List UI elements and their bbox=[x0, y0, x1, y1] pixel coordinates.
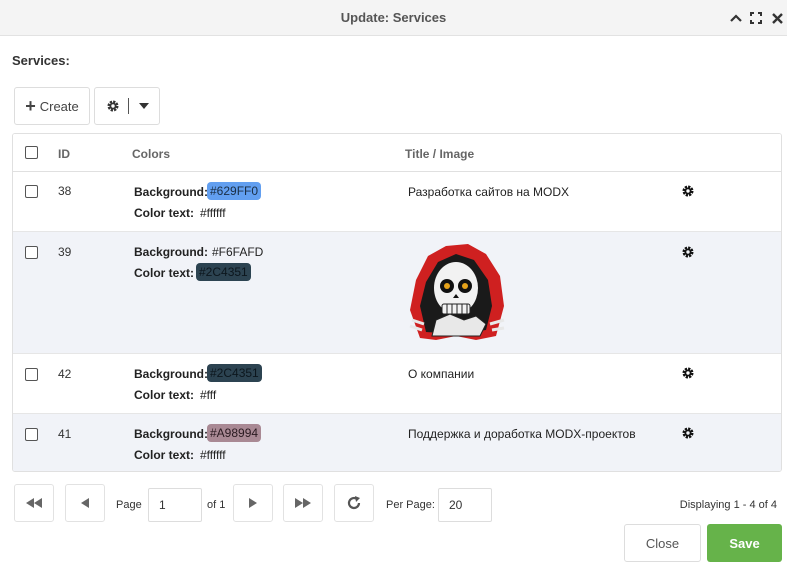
page-number-input[interactable] bbox=[148, 488, 202, 522]
color-text-value: #ffffff bbox=[200, 206, 226, 220]
section-label: Services: bbox=[12, 53, 70, 68]
row-id: 41 bbox=[58, 427, 72, 441]
row-checkbox[interactable] bbox=[25, 368, 38, 381]
create-button[interactable]: + Create bbox=[14, 87, 90, 125]
background-value: #629FF0 bbox=[207, 182, 262, 200]
collapse-button[interactable] bbox=[728, 9, 744, 27]
services-grid: ID Colors Title / Image 38 Background: #… bbox=[12, 133, 782, 472]
refresh-button[interactable] bbox=[334, 484, 374, 522]
per-page-label: Per Page: bbox=[386, 499, 435, 511]
row-checkbox[interactable] bbox=[25, 185, 38, 198]
maximize-button[interactable] bbox=[748, 9, 764, 27]
close-icon bbox=[771, 12, 783, 24]
background-label: Background: bbox=[134, 367, 209, 381]
background-label: Background: bbox=[134, 427, 209, 441]
row-title: О компании bbox=[408, 367, 475, 381]
save-button[interactable]: Save bbox=[707, 524, 782, 562]
close-window-button[interactable] bbox=[769, 9, 785, 27]
background-label: Background: bbox=[134, 245, 209, 259]
skull-image bbox=[409, 244, 505, 340]
page-label: Page bbox=[116, 499, 142, 511]
row-id: 39 bbox=[58, 245, 72, 259]
gear-icon[interactable] bbox=[681, 245, 695, 259]
next-page-button[interactable] bbox=[233, 484, 273, 522]
row-checkbox[interactable] bbox=[25, 246, 38, 259]
create-button-label: Create bbox=[39, 98, 79, 114]
background-value: #F6FAFD bbox=[212, 245, 264, 259]
double-chevron-right-icon bbox=[295, 498, 311, 508]
table-row[interactable]: 38 Background: #629FF0 Color text: #ffff… bbox=[13, 172, 781, 232]
actions-menu-button[interactable] bbox=[94, 87, 160, 125]
first-page-button[interactable] bbox=[14, 484, 54, 522]
table-row[interactable]: 41 Background: #A98994 Color text: #ffff… bbox=[13, 414, 781, 471]
select-all-checkbox[interactable] bbox=[25, 146, 38, 159]
caret-down-icon bbox=[138, 103, 149, 109]
row-title: Поддержка и доработка MODX-проектов bbox=[408, 427, 636, 441]
color-text-value: #ffffff bbox=[200, 448, 226, 462]
gear-icon[interactable] bbox=[681, 426, 695, 440]
color-text-value: #2C4351 bbox=[196, 263, 251, 281]
color-text-label: Color text: bbox=[134, 266, 194, 280]
chevron-right-icon bbox=[249, 498, 257, 508]
divider bbox=[127, 98, 129, 114]
row-id: 42 bbox=[58, 367, 72, 381]
row-title: Разработка сайтов на MODX bbox=[408, 185, 570, 199]
close-button[interactable]: Close bbox=[624, 524, 701, 562]
chevron-up-icon bbox=[730, 14, 742, 22]
maximize-icon bbox=[750, 12, 762, 24]
chevron-left-icon bbox=[81, 498, 89, 508]
gear-icon[interactable] bbox=[681, 366, 695, 380]
window-title: Update: Services bbox=[340, 10, 447, 25]
window-titlebar: Update: Services bbox=[0, 0, 787, 36]
table-row[interactable]: 42 Background: #2C4351 Color text: #fff … bbox=[13, 354, 781, 414]
background-value: #A98994 bbox=[207, 424, 262, 442]
row-id: 38 bbox=[58, 184, 72, 198]
grid-header: ID Colors Title / Image bbox=[13, 134, 781, 172]
gear-icon bbox=[107, 100, 118, 112]
row-checkbox[interactable] bbox=[25, 428, 38, 441]
plus-icon: + bbox=[25, 96, 36, 116]
gear-icon[interactable] bbox=[681, 184, 695, 198]
color-text-label: Color text: bbox=[134, 448, 194, 462]
per-page-input[interactable] bbox=[438, 488, 492, 522]
color-text-label: Color text: bbox=[134, 206, 194, 220]
color-text-value: #fff bbox=[200, 388, 217, 402]
double-chevron-left-icon bbox=[26, 498, 42, 508]
background-label: Background: bbox=[134, 185, 209, 199]
color-text-label: Color text: bbox=[134, 388, 194, 402]
refresh-icon bbox=[347, 496, 361, 510]
table-row[interactable]: 39 Background: #F6FAFD Color text: #2C43… bbox=[13, 232, 781, 354]
displaying-count: Displaying 1 - 4 of 4 bbox=[679, 499, 777, 511]
last-page-button[interactable] bbox=[283, 484, 323, 522]
background-value: #2C4351 bbox=[207, 364, 262, 382]
column-header-colors[interactable]: Colors bbox=[132, 147, 170, 161]
page-count-label: of 1 bbox=[207, 499, 226, 511]
previous-page-button[interactable] bbox=[65, 484, 105, 522]
column-header-title[interactable]: Title / Image bbox=[405, 147, 474, 161]
column-header-id[interactable]: ID bbox=[58, 147, 70, 161]
